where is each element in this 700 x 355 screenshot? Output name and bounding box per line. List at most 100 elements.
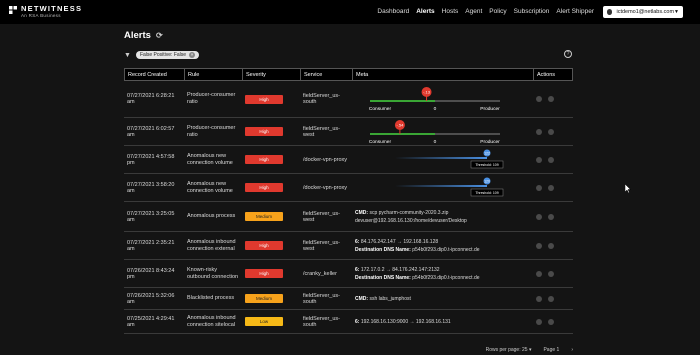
info-icon[interactable]	[548, 242, 554, 249]
service-name: /docker-vpn-proxy	[303, 156, 348, 163]
column-header-meta[interactable]: Meta	[353, 69, 534, 80]
table-row[interactable]: 07/27/2021 6:28:21 am Producer-consumer r…	[124, 81, 573, 118]
nav-item-alerts[interactable]: Alerts	[416, 8, 434, 15]
column-header-record-created[interactable]: Record Created	[125, 69, 185, 80]
view-icon[interactable]	[536, 156, 542, 163]
meta-cell: -.54 Consumer 0 Producer	[352, 116, 533, 148]
service-name: /docker-vpn-proxy	[303, 184, 348, 191]
service-name: fieldServer_us-south	[303, 315, 340, 328]
info-icon[interactable]	[548, 128, 554, 135]
table-body: 07/27/2021 6:28:21 am Producer-consumer r…	[124, 81, 573, 334]
record-created: 07/27/2021 3:25:05 am	[127, 210, 175, 223]
record-created: 07/27/2021 4:57:58 pm	[127, 153, 175, 166]
info-icon[interactable]	[548, 295, 554, 302]
rows-per-page-label: Rows per page:	[485, 347, 521, 353]
table-row[interactable]: 07/27/2021 4:57:58 pm Anomalous new conne…	[124, 146, 573, 174]
info-icon[interactable]	[548, 184, 554, 191]
pagination: Rows per page: 25 ▾ Page 1 ›	[124, 347, 573, 355]
view-icon[interactable]	[536, 96, 542, 102]
filter-icon[interactable]: ▼	[124, 52, 131, 59]
next-page-icon[interactable]: ›	[571, 347, 573, 355]
table-row[interactable]: 07/27/2021 2:35:21 am Anomalous inbound c…	[124, 232, 573, 260]
table-row[interactable]: 07/27/2021 6:02:57 am Producer-consumer r…	[124, 118, 573, 146]
rule-name: Anomalous new connection volume	[187, 152, 233, 166]
refresh-icon[interactable]: ⟳	[156, 31, 163, 40]
rule-name: Producer-consumer ratio	[187, 92, 236, 105]
view-icon[interactable]	[536, 128, 542, 135]
info-icon[interactable]	[548, 156, 554, 163]
ratio-value: -.54	[396, 122, 404, 127]
nav-item-dashboard[interactable]: Dashboard	[377, 8, 409, 15]
column-header-severity[interactable]: Severity	[243, 69, 301, 80]
threshold-label: Threshold: 109	[475, 191, 498, 195]
meta-text: 6: 172.17.0.2 → 84.176.242.147:2132 Desti…	[355, 266, 530, 282]
view-icon[interactable]	[536, 318, 542, 325]
info-icon[interactable]	[548, 318, 554, 325]
actions-cell	[533, 270, 571, 277]
table-row[interactable]: 07/26/2021 5:32:06 am Blacklisted process…	[124, 288, 573, 310]
rule-name: Anomalous process	[187, 213, 236, 219]
info-icon[interactable]	[548, 270, 554, 277]
info-icon[interactable]	[548, 96, 554, 102]
view-icon[interactable]	[536, 270, 542, 277]
meta-label: 6:	[355, 318, 360, 325]
severity-badge: Low	[245, 317, 283, 326]
rows-per-page-select[interactable]: 25	[522, 347, 528, 353]
meta-text: 6: 84.176.242.147 → 192.168.16.128 Destin…	[355, 238, 530, 254]
page-title: Alerts	[124, 30, 151, 41]
help-icon[interactable]: ?	[564, 50, 572, 58]
volume-value: 120	[484, 179, 490, 183]
rule-name: Blacklisted process	[187, 295, 235, 301]
arrow-right-icon: →	[408, 318, 416, 325]
view-icon[interactable]	[536, 242, 542, 249]
severity-badge: High	[245, 127, 283, 136]
record-created: 07/27/2021 6:28:21 am	[127, 93, 175, 105]
top-navigation-bar: NETWITNESS An RSA Business Dashboard Aler…	[0, 0, 700, 24]
table-row[interactable]: 07/26/2021 8:43:24 pm Known-risky outboun…	[124, 260, 573, 288]
rule-name: Anomalous inbound connection external	[187, 238, 236, 252]
severity-badge: Medium	[245, 212, 283, 221]
record-created: 07/27/2021 6:02:57 am	[127, 125, 175, 138]
user-email: ictdemo1@netlabs.com	[616, 9, 675, 15]
column-header-rule[interactable]: Rule	[185, 69, 243, 80]
view-icon[interactable]	[536, 184, 542, 191]
close-icon[interactable]: ×	[189, 52, 196, 58]
meta-label: Destination DNS Name:	[355, 246, 411, 253]
nav-item-alert-shipper[interactable]: Alert Shipper	[556, 8, 594, 15]
netwitness-logo[interactable]: NETWITNESS An RSA Business	[8, 4, 82, 19]
record-created: 07/26/2021 8:43:24 pm	[127, 267, 175, 280]
severity-badge: Medium	[245, 294, 283, 303]
meta-cell: 6: 84.176.242.147 → 192.168.16.128 Destin…	[352, 238, 533, 254]
table-row[interactable]: 07/25/2021 4:29:41 am Anomalous inbound c…	[124, 310, 573, 334]
nav-item-agent[interactable]: Agent	[465, 8, 482, 15]
nav-item-policy[interactable]: Policy	[489, 8, 506, 15]
column-header-service[interactable]: Service	[301, 69, 353, 80]
actions-cell	[533, 184, 571, 191]
meta-text: 6: 192.168.16.130:9000 → 192.168.16.131	[355, 318, 530, 326]
table-row[interactable]: 07/27/2021 3:25:05 am Anomalous process Me…	[124, 202, 573, 232]
alerts-table: Record Created Rule Severity Service Meta Act…	[124, 68, 573, 334]
page-title-group: Alerts ⟳	[124, 30, 163, 41]
table-row[interactable]: 07/27/2021 3:58:20 am Anomalous new conne…	[124, 174, 573, 202]
severity-cell: High	[242, 183, 300, 192]
column-header-actions[interactable]: Actions	[534, 69, 572, 80]
view-icon[interactable]	[536, 213, 542, 220]
record-created: 07/27/2021 3:58:20 am	[127, 181, 175, 194]
nav-item-subscription[interactable]: Subscription	[514, 8, 550, 15]
nav-item-hosts[interactable]: Hosts	[442, 8, 459, 15]
meta-label: 6:	[355, 266, 360, 273]
user-menu-button[interactable]: ictdemo1@netlabs.com ▼	[603, 6, 683, 18]
view-icon[interactable]	[536, 295, 542, 302]
severity-badge: High	[245, 183, 283, 192]
actions-cell	[533, 96, 571, 102]
ratio-right-label: Producer	[480, 106, 500, 112]
record-created: 07/26/2021 5:32:06 am	[127, 292, 175, 305]
netwitness-logo-icon	[8, 5, 18, 15]
volume-meter: 122 Threshold: 109	[395, 149, 504, 168]
page-indicator: Page 1	[543, 347, 560, 353]
info-icon[interactable]	[548, 213, 554, 220]
ratio-left-label: Consumer	[369, 106, 392, 112]
meta-label: CMD:	[355, 295, 369, 302]
filter-chip[interactable]: False Positive: False ×	[135, 51, 200, 59]
actions-cell	[533, 242, 571, 249]
